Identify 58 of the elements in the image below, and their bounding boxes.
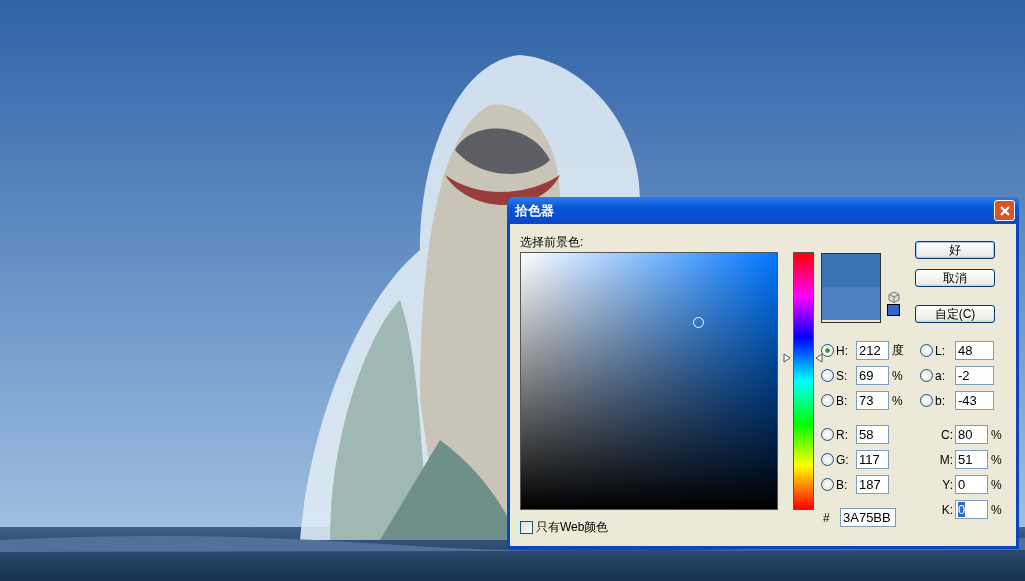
field-label: S:: [835, 368, 849, 383]
radio-button[interactable]: [821, 394, 834, 407]
input-field[interactable]: 0: [955, 500, 988, 519]
field-label: C:: [940, 427, 954, 442]
radio-button[interactable]: [920, 369, 933, 382]
field-label: L:: [934, 343, 946, 358]
input-field[interactable]: 212: [856, 341, 889, 360]
window-title: 拾色器: [515, 201, 554, 220]
unit-label: %: [990, 477, 1003, 492]
web-color-swatch[interactable]: [887, 304, 900, 316]
radio-button[interactable]: [920, 394, 933, 407]
ok-button[interactable]: 好: [915, 241, 995, 259]
slider-thumb[interactable]: [783, 353, 823, 364]
close-button[interactable]: [994, 200, 1015, 221]
input-field[interactable]: 187: [856, 475, 889, 494]
unit-label: %: [990, 502, 1003, 517]
input-field[interactable]: -2: [955, 366, 994, 385]
field-label: G:: [835, 452, 850, 467]
checkbox[interactable]: [520, 521, 533, 534]
field-label: Y:: [941, 477, 954, 492]
custom-button[interactable]: 自定(C): [915, 305, 995, 323]
hex-input-field[interactable]: 3A75BB: [840, 508, 896, 527]
cube-icon[interactable]: [887, 291, 900, 303]
input-field[interactable]: 0: [955, 475, 988, 494]
field-label: b:: [934, 393, 946, 408]
radio-button[interactable]: [920, 344, 933, 357]
radio-button[interactable]: [821, 369, 834, 382]
unit-label: %: [891, 368, 904, 383]
input-field[interactable]: 48: [955, 341, 994, 360]
input-field[interactable]: 73: [856, 391, 889, 410]
radio-button[interactable]: [821, 453, 834, 466]
input-field[interactable]: 69: [856, 366, 889, 385]
close-icon: [998, 204, 1011, 217]
prompt-label: 选择前景色:: [520, 235, 585, 251]
hue-slider[interactable]: [783, 252, 823, 510]
radio-button[interactable]: [821, 478, 834, 491]
field-label: H:: [835, 343, 849, 358]
input-field[interactable]: 51: [955, 450, 988, 469]
field-label: a:: [934, 368, 946, 383]
unit-label: %: [990, 452, 1003, 467]
input-field[interactable]: 58: [856, 425, 889, 444]
field-label: B:: [835, 477, 849, 492]
unit-label: 度: [891, 342, 905, 359]
unit-label: %: [990, 427, 1003, 442]
color-field[interactable]: [520, 252, 778, 510]
radio-button[interactable]: [821, 428, 834, 441]
field-label: K:: [940, 502, 954, 517]
field-label: M:: [938, 452, 954, 467]
radio-button[interactable]: [821, 344, 834, 357]
input-field[interactable]: 80: [955, 425, 988, 444]
input-field[interactable]: -43: [955, 391, 994, 410]
field-label: R:: [835, 427, 849, 442]
field-label: B:: [835, 393, 849, 408]
field-label: #: [822, 510, 831, 525]
input-field[interactable]: 117: [856, 450, 889, 469]
cancel-button[interactable]: 取消: [915, 269, 995, 287]
unit-label: %: [891, 393, 904, 408]
web-only-label: 只有Web颜色: [536, 519, 609, 536]
